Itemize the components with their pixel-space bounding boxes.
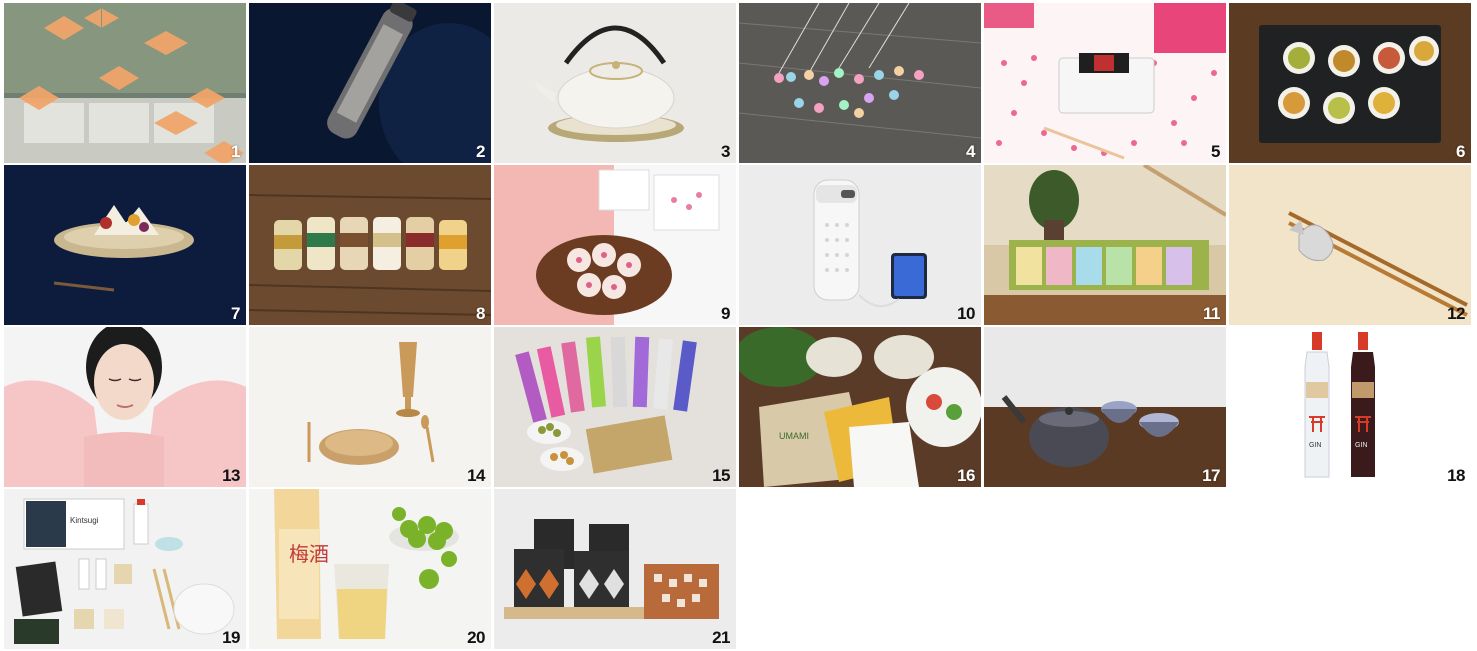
photo-number: 19 — [222, 628, 240, 647]
umeshu-label: 梅酒 — [289, 542, 329, 566]
snacks-photo — [494, 327, 736, 487]
dessert-photo — [4, 165, 246, 325]
photo-tile-9[interactable]: 9 — [494, 165, 736, 325]
cookies-photo — [494, 165, 736, 325]
photo-tile-21[interactable]: 21 — [494, 489, 736, 649]
photo-number: 11 — [1203, 304, 1220, 323]
photo-number: 10 — [957, 304, 975, 323]
sakura-food-photo — [984, 3, 1226, 163]
photo-tile-11[interactable]: 11 — [984, 165, 1226, 325]
teaset-photo — [984, 327, 1226, 487]
gin-photo: GIN GIN — [1229, 327, 1471, 487]
photo-tile-6[interactable]: 6 — [1229, 3, 1471, 163]
photo-tile-20[interactable]: 梅酒 20 — [249, 489, 491, 649]
photo-number: 15 — [712, 466, 730, 485]
photo-number: 2 — [476, 142, 485, 161]
photo-grid: 1 2 3 4 5 6 7 8 9 10 11 12 13 14 15 UMAM… — [4, 3, 1472, 649]
photo-number: 12 — [1447, 304, 1465, 323]
photo-number: 4 — [966, 142, 975, 161]
bottle-photo — [249, 3, 491, 163]
ribbon-photo — [4, 3, 246, 163]
wooden-tableware-photo — [249, 327, 491, 487]
photo-tile-16[interactable]: UMAMI 16 — [739, 327, 981, 487]
teapot-photo — [494, 3, 736, 163]
photo-number: 3 — [721, 142, 730, 161]
kintsugi-kit-photo: Kintsugi — [4, 489, 246, 649]
photo-number: 18 — [1447, 466, 1465, 485]
photo-number: 1 — [231, 142, 240, 161]
photo-number: 14 — [467, 466, 485, 485]
charms-photo — [739, 3, 981, 163]
gin-label-left: GIN — [1309, 442, 1321, 449]
kintsugi-label: Kintsugi — [70, 516, 99, 525]
photo-tile-15[interactable]: 15 — [494, 327, 736, 487]
photo-number: 6 — [1456, 142, 1465, 161]
photo-tile-2[interactable]: 2 — [249, 3, 491, 163]
photo-tile-5[interactable]: 5 — [984, 3, 1226, 163]
photo-tile-8[interactable]: 8 — [249, 165, 491, 325]
photo-tile-10[interactable]: 10 — [739, 165, 981, 325]
photo-tile-7[interactable]: 7 — [4, 165, 246, 325]
photo-tile-12[interactable]: 12 — [1229, 165, 1471, 325]
speaker-photo — [739, 165, 981, 325]
umami-label: UMAMI — [779, 431, 809, 441]
photo-number: 8 — [476, 304, 485, 323]
photo-number: 9 — [721, 304, 730, 323]
photo-tile-3[interactable]: 3 — [494, 3, 736, 163]
chopstick-rest-photo — [1229, 165, 1471, 325]
quilt-photo — [4, 327, 246, 487]
photo-tile-14[interactable]: 14 — [249, 327, 491, 487]
photo-tile-1[interactable]: 1 — [4, 3, 246, 163]
photo-number: 16 — [957, 466, 975, 485]
photo-tile-13[interactable]: 13 — [4, 327, 246, 487]
earrings-photo — [494, 489, 736, 649]
photo-number: 17 — [1202, 466, 1220, 485]
photo-number: 7 — [231, 304, 240, 323]
tea-salad-photo: UMAMI — [739, 327, 981, 487]
photo-number: 13 — [222, 466, 240, 485]
boxes-photo — [984, 165, 1226, 325]
photo-tile-18[interactable]: GIN GIN 18 — [1229, 327, 1471, 487]
plum-wine-photo: 梅酒 — [249, 489, 491, 649]
photo-tile-17[interactable]: 17 — [984, 327, 1226, 487]
photo-number: 21 — [712, 628, 730, 647]
photo-tile-19[interactable]: Kintsugi 19 — [4, 489, 246, 649]
photo-number: 20 — [467, 628, 485, 647]
photo-tile-4[interactable]: 4 — [739, 3, 981, 163]
spices-photo — [1229, 3, 1471, 163]
jars-photo — [249, 165, 491, 325]
gin-label-right: GIN — [1355, 442, 1367, 449]
photo-number: 5 — [1211, 142, 1220, 161]
